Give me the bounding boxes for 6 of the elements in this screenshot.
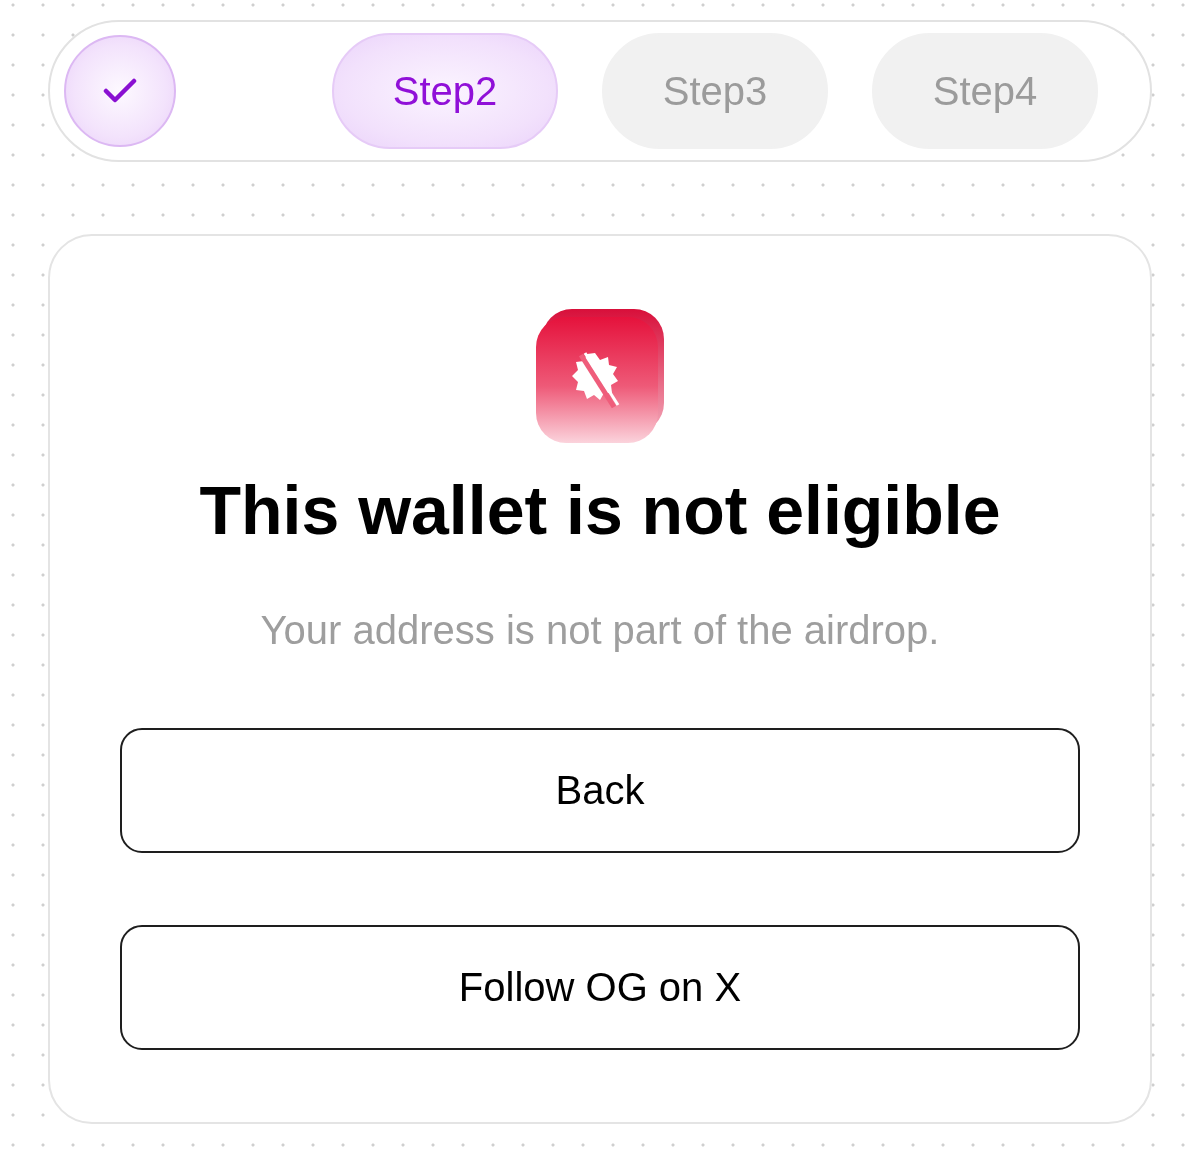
result-title: This wallet is not eligible [199, 471, 1001, 550]
result-message: Your address is not part of the airdrop. [260, 607, 940, 654]
step-tab[interactable]: Step2 [332, 33, 558, 149]
action-button[interactable]: Follow OG on X [120, 925, 1080, 1050]
check-icon [103, 78, 137, 104]
action-button[interactable]: Back [120, 728, 1080, 853]
